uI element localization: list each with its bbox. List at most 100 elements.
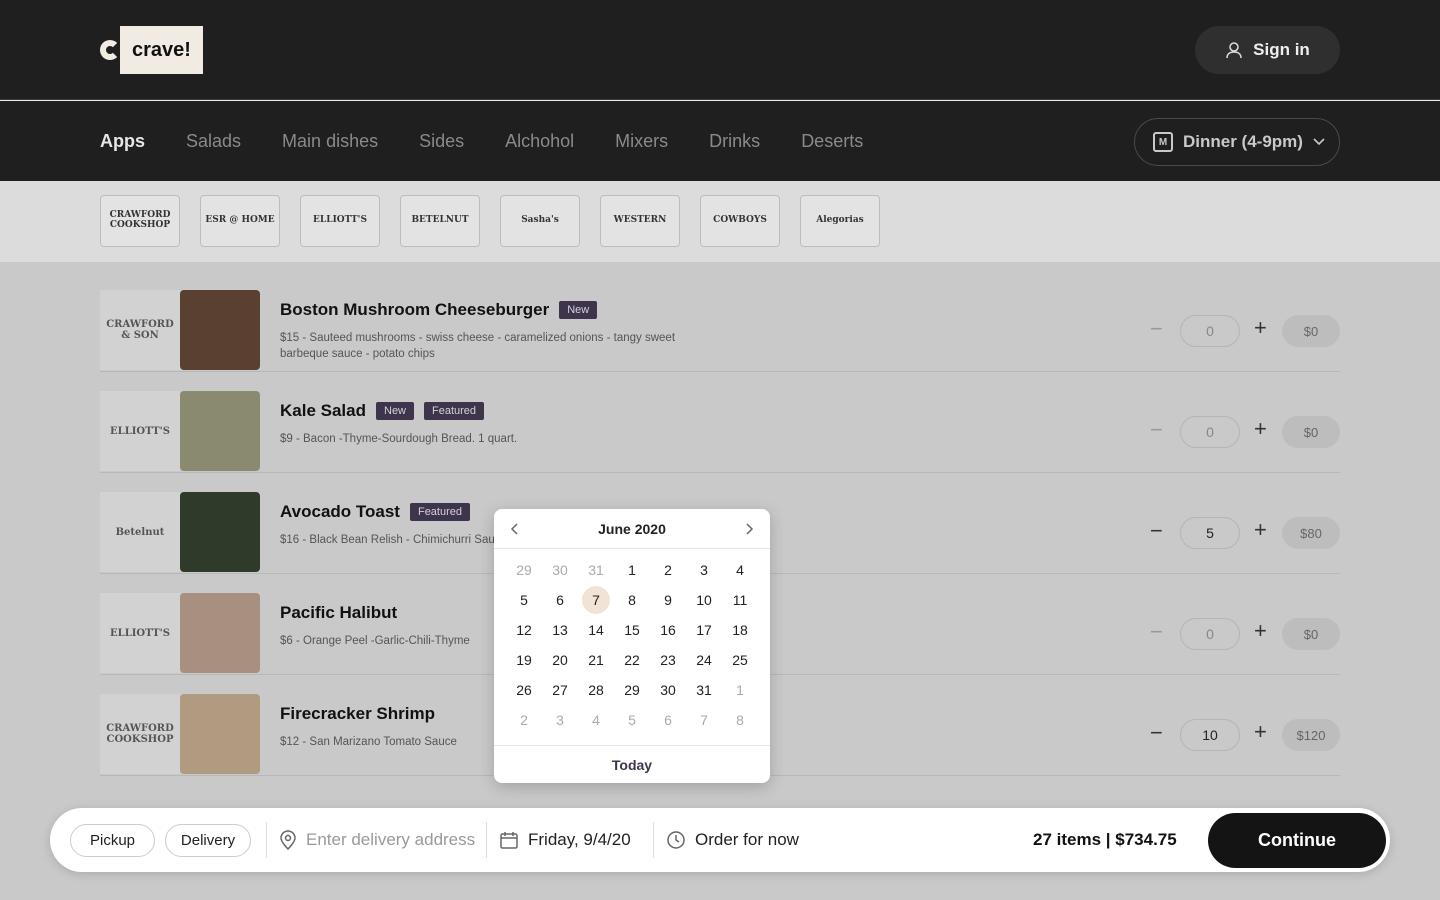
calendar-day[interactable]: 10 [686, 585, 722, 615]
meal-period-dropdown[interactable]: M Dinner (4-9pm) [1134, 118, 1340, 166]
calendar-day[interactable]: 8 [614, 585, 650, 615]
decrease-quantity-button[interactable]: − [1150, 620, 1163, 644]
decrease-quantity-button[interactable]: − [1150, 519, 1163, 543]
tab-main-dishes[interactable]: Main dishes [282, 131, 378, 152]
calendar-day[interactable]: 4 [722, 555, 758, 585]
calendar-day[interactable]: 22 [614, 645, 650, 675]
calendar-day[interactable]: 29 [506, 555, 542, 585]
restaurant-filter-logo[interactable]: COWBOYS [700, 195, 780, 247]
calendar-day[interactable]: 3 [542, 705, 578, 735]
delivery-button[interactable]: Delivery [165, 824, 251, 857]
calendar-day[interactable]: 3 [686, 555, 722, 585]
increase-quantity-button[interactable]: + [1254, 417, 1267, 441]
calendar-day[interactable]: 7 [686, 705, 722, 735]
decrease-quantity-button[interactable]: − [1150, 721, 1163, 745]
restaurant-logo: CRAWFORD COOKSHOP [100, 694, 180, 774]
tab-drinks[interactable]: Drinks [709, 131, 760, 152]
restaurant-filter-logo[interactable]: BETELNUT [400, 195, 480, 247]
sign-in-button[interactable]: Sign in [1195, 26, 1340, 74]
time-field[interactable]: Order for now [667, 808, 799, 872]
calendar-day[interactable]: 24 [686, 645, 722, 675]
increase-quantity-button[interactable]: + [1254, 720, 1267, 744]
tab-salads[interactable]: Salads [186, 131, 241, 152]
quantity-field[interactable]: 0 [1180, 618, 1240, 650]
calendar-day-number: 19 [516, 652, 532, 668]
decrease-quantity-button[interactable]: − [1150, 418, 1163, 442]
tag-badge: New [559, 301, 598, 319]
calendar-day[interactable]: 12 [506, 615, 542, 645]
calendar-day[interactable]: 1 [614, 555, 650, 585]
calendar-day[interactable]: 26 [506, 675, 542, 705]
logo-wordmark: crave! [120, 26, 203, 74]
calendar-day[interactable]: 1 [722, 675, 758, 705]
restaurant-filter-logo[interactable]: CRAWFORD COOKSHOP [100, 195, 180, 247]
delivery-address-input[interactable]: Enter delivery address [280, 808, 475, 872]
tab-alchohol[interactable]: Alchohol [505, 131, 574, 152]
address-placeholder: Enter delivery address [306, 830, 476, 849]
quantity-field[interactable]: 10 [1180, 719, 1240, 751]
calendar-day[interactable]: 15 [614, 615, 650, 645]
calendar-day[interactable]: 31 [578, 555, 614, 585]
line-price: $120 [1282, 719, 1340, 751]
calendar-day[interactable]: 29 [614, 675, 650, 705]
calendar-day[interactable]: 2 [650, 555, 686, 585]
calendar-day[interactable]: 21 [578, 645, 614, 675]
calendar-day[interactable]: 6 [650, 705, 686, 735]
dish-description: $9 - Bacon -Thyme-Sourdough Bread. 1 qua… [280, 433, 518, 445]
calendar-day[interactable]: 5 [614, 705, 650, 735]
tab-deserts[interactable]: Deserts [801, 131, 863, 152]
quantity-field[interactable]: 0 [1180, 416, 1240, 448]
restaurant-filter-logo[interactable]: WESTERN [600, 195, 680, 247]
calendar-day-number: 1 [736, 682, 744, 698]
calendar-day-number: 11 [732, 592, 748, 608]
chevron-left-icon[interactable] [510, 522, 518, 535]
calendar-day[interactable]: 5 [506, 585, 542, 615]
chevron-right-icon[interactable] [746, 522, 754, 535]
calendar-day[interactable]: 16 [650, 615, 686, 645]
crave-logo[interactable]: crave! [100, 26, 203, 74]
tab-mixers[interactable]: Mixers [615, 131, 668, 152]
calendar-day-number: 4 [592, 712, 600, 728]
calendar-day[interactable]: 9 [650, 585, 686, 615]
calendar-day-selected[interactable]: 7 [578, 585, 614, 615]
calendar-day[interactable]: 28 [578, 675, 614, 705]
tab-apps[interactable]: Apps [100, 131, 145, 152]
calendar-day[interactable]: 11 [722, 585, 758, 615]
calendar-day-number: 13 [552, 622, 568, 638]
calendar-day[interactable]: 13 [542, 615, 578, 645]
calendar-day[interactable]: 20 [542, 645, 578, 675]
calendar-day[interactable]: 27 [542, 675, 578, 705]
restaurant-filter-logo[interactable]: Alegorias [800, 195, 880, 247]
calendar-day[interactable]: 30 [650, 675, 686, 705]
quantity-field[interactable]: 0 [1180, 315, 1240, 347]
calendar-day[interactable]: 31 [686, 675, 722, 705]
restaurant-filter-logo[interactable]: ESR @ HOME [200, 195, 280, 247]
calendar-day[interactable]: 4 [578, 705, 614, 735]
restaurant-filter-logo[interactable]: ELLIOTT'S [300, 195, 380, 247]
continue-button[interactable]: Continue [1208, 813, 1386, 868]
calendar-day[interactable]: 25 [722, 645, 758, 675]
pickup-button[interactable]: Pickup [70, 824, 155, 857]
restaurant-filter-logo[interactable]: Sasha's [500, 195, 580, 247]
calendar-day[interactable]: 14 [578, 615, 614, 645]
calendar-day[interactable]: 17 [686, 615, 722, 645]
decrease-quantity-button[interactable]: − [1150, 317, 1163, 341]
calendar-day[interactable]: 18 [722, 615, 758, 645]
increase-quantity-button[interactable]: + [1254, 518, 1267, 542]
calendar-day[interactable]: 23 [650, 645, 686, 675]
calendar-day[interactable]: 6 [542, 585, 578, 615]
calendar-day[interactable]: 8 [722, 705, 758, 735]
increase-quantity-button[interactable]: + [1254, 316, 1267, 340]
calendar-day[interactable]: 2 [506, 705, 542, 735]
calendar-day[interactable]: 30 [542, 555, 578, 585]
increase-quantity-button[interactable]: + [1254, 619, 1267, 643]
today-button[interactable]: Today [494, 745, 770, 783]
calendar-day-number: 24 [696, 652, 712, 668]
quantity-field[interactable]: 5 [1180, 517, 1240, 549]
calendar-day-number: 2 [664, 562, 672, 578]
calendar-day[interactable]: 19 [506, 645, 542, 675]
calendar-day-number: 3 [700, 562, 708, 578]
date-field[interactable]: Friday, 9/4/20 [500, 808, 631, 872]
tab-sides[interactable]: Sides [419, 131, 464, 152]
calendar-day-number: 12 [516, 622, 532, 638]
